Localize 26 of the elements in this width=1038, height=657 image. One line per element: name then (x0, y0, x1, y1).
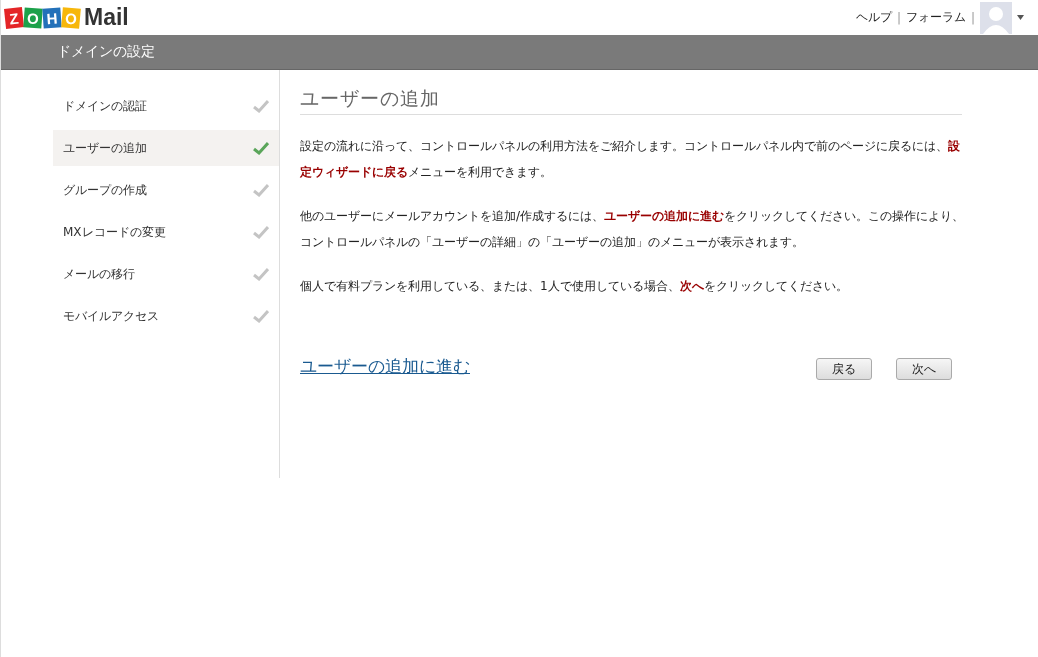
page-title: ユーザーの追加 (300, 86, 962, 115)
paragraph: 設定の流れに沿って、コントロールパネルの利用方法をご紹介します。コントロールパネル内で前のページに戻るには、設定ウィザードに戻るメニューを利用できます。 (300, 138, 961, 181)
sidebar-item[interactable]: ドメインの認証 (53, 88, 279, 124)
back-button[interactable]: 戻る (816, 358, 872, 380)
separator: | (970, 10, 975, 25)
sidebar-item[interactable]: メールの移行 (53, 256, 279, 292)
check-icon (253, 225, 269, 239)
paragraph: 個人で有料プランを利用している、または、1人で使用している場合、次へをクリックしてください。 (300, 278, 849, 295)
add-users-link[interactable]: ユーザーの追加に進む (300, 355, 470, 378)
check-icon (253, 141, 269, 155)
paragraph: 他のユーザーにメールアカウントを追加/作成するには、ユーザーの追加に進むをクリックしてください。この操作により、コントロールパネルの「ユーザーの詳細」の「ユーザーの追加」のメニューが表示されます。 (300, 208, 966, 251)
check-icon (253, 309, 269, 323)
sidebar-item[interactable]: MXレコードの変更 (53, 214, 279, 250)
caret-icon[interactable] (1017, 15, 1024, 20)
check-icon (253, 267, 269, 281)
separator: | (896, 10, 901, 25)
check-icon (253, 99, 269, 113)
next-button[interactable]: 次へ (896, 358, 952, 380)
header-title: ドメインの設定 (57, 43, 155, 61)
top-link[interactable]: フォーラム (905, 9, 966, 26)
sidebar-item[interactable]: モバイルアクセス (53, 298, 279, 334)
sidebar-item[interactable]: ユーザーの追加 (53, 130, 279, 166)
sidebar-item[interactable]: グループの作成 (53, 172, 279, 208)
zoho-mail-logo: Z O H O Mail (5, 4, 129, 31)
top-link[interactable]: ヘルプ (855, 9, 892, 26)
check-icon (253, 183, 269, 197)
